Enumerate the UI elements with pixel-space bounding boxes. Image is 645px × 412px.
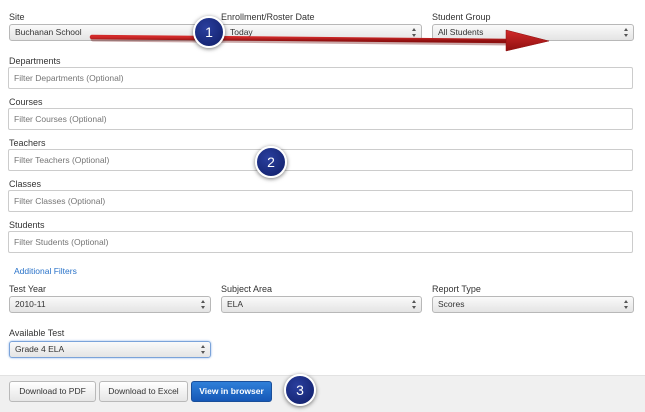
callout-badge-2: 2 bbox=[255, 146, 287, 178]
callout-badge-1: 1 bbox=[193, 16, 225, 48]
callout-badge-3: 3 bbox=[284, 374, 316, 406]
arrow-right-icon bbox=[89, 29, 550, 52]
